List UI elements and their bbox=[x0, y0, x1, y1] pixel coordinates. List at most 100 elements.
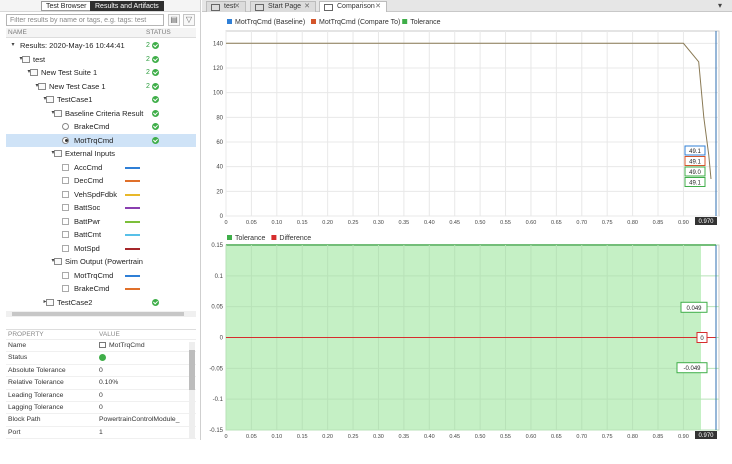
tree-row-label: BattCmt bbox=[74, 230, 102, 239]
tree-row[interactable]: BrakeCmd bbox=[6, 120, 196, 133]
tree-row[interactable]: MotTrqCmd bbox=[6, 269, 196, 282]
property-value: 0 bbox=[99, 391, 103, 399]
y-tick-label: 80 bbox=[216, 115, 223, 121]
y-tick-label: 0 bbox=[220, 214, 224, 220]
scrollbar-thumb[interactable] bbox=[12, 312, 184, 316]
column-header-status[interactable]: STATUS bbox=[146, 28, 171, 38]
cursor-value-label: 0.049 bbox=[686, 306, 702, 312]
signal-radio-icon[interactable] bbox=[62, 123, 69, 130]
x-tick-label: 0.75 bbox=[602, 434, 613, 440]
x-tick-label: 0.35 bbox=[399, 220, 410, 226]
tree-row[interactable]: ▾ External Inputs bbox=[6, 147, 196, 160]
signal-radio-icon[interactable] bbox=[62, 136, 69, 144]
property-key: Relative Tolerance bbox=[8, 379, 64, 387]
filter-row: ▤ ▽ bbox=[6, 14, 196, 26]
y-tick-label: -0.1 bbox=[213, 397, 224, 403]
cursor-x-value: 0.970 bbox=[698, 433, 714, 439]
x-tick-label: 0.25 bbox=[348, 220, 359, 226]
y-tick-label: 0 bbox=[220, 336, 224, 342]
plot-checkbox[interactable] bbox=[62, 231, 69, 238]
test-file-icon bbox=[46, 96, 54, 103]
passed-check-icon bbox=[152, 136, 159, 144]
tree-horizontal-scrollbar[interactable] bbox=[6, 311, 196, 317]
tree-row[interactable]: BattSoc bbox=[6, 201, 196, 214]
signal-color-swatch bbox=[125, 288, 140, 290]
tree-row-label: Baseline Criteria Result bbox=[65, 108, 144, 118]
panel-tab-bar: Test Browser Results and Artifacts bbox=[0, 0, 200, 12]
x-tick-label: 0.80 bbox=[627, 434, 638, 440]
property-rows: Name MotTrqCmd Status Absolute Tolerance 0 Re… bbox=[6, 340, 196, 440]
tree-row[interactable]: MotSpd bbox=[6, 242, 196, 255]
tree-row[interactable]: BattCmt bbox=[6, 228, 196, 241]
property-row: Lagging Tolerance 0 bbox=[6, 402, 196, 415]
chevron-down-icon[interactable]: ▾ bbox=[10, 39, 16, 52]
funnel-filter-icon[interactable]: ▽ bbox=[183, 14, 195, 26]
property-row: Relative Tolerance 0.10% bbox=[6, 377, 196, 390]
tree-row[interactable]: ▾ Sim Output (Powertrain bbox=[6, 255, 196, 268]
y-tick-label: 40 bbox=[216, 165, 223, 171]
tab-test-browser[interactable]: Test Browser bbox=[41, 1, 92, 11]
cursor-value-label: 49.0 bbox=[689, 170, 701, 176]
tree-row[interactable]: ▾ Results: 2020-May-16 10:44:41 2 bbox=[6, 39, 196, 52]
property-table-header: PROPERTY VALUE bbox=[6, 330, 196, 340]
plot-checkbox[interactable] bbox=[62, 285, 69, 292]
cursor-value-label: 49.1 bbox=[689, 181, 701, 187]
plot-checkbox[interactable] bbox=[62, 163, 69, 171]
x-tick-label: 0.20 bbox=[322, 220, 333, 226]
status-count: 2 bbox=[146, 42, 150, 49]
property-scrollbar[interactable] bbox=[189, 342, 195, 439]
tree-row[interactable]: ▾ New Test Suite 12 bbox=[6, 66, 196, 79]
legend-label-1: MotTrqCmd (Compare To) bbox=[319, 19, 400, 26]
plot-checkbox[interactable] bbox=[62, 177, 69, 184]
tab-results-and-artifacts[interactable]: Results and Artifacts bbox=[90, 1, 164, 11]
x-tick-label: 0.75 bbox=[602, 220, 613, 226]
x-tick-label: 0.05 bbox=[246, 434, 257, 440]
x-tick-label: 0.20 bbox=[322, 434, 333, 440]
tree-row[interactable]: MotTrqCmd bbox=[6, 133, 196, 147]
plot-checkbox[interactable] bbox=[62, 204, 69, 211]
plot-checkbox[interactable] bbox=[62, 244, 69, 252]
property-value: PowertrainControlModule_ bbox=[99, 416, 180, 424]
value-header: VALUE bbox=[99, 331, 120, 338]
comparison-charts[interactable]: MotTrqCmd (Baseline) MotTrqCmd (Compare T… bbox=[202, 0, 732, 440]
tree-row[interactable]: ▾ New Test Case 12 bbox=[6, 80, 196, 93]
passed-check-icon bbox=[99, 354, 106, 362]
result-set-icon bbox=[54, 258, 62, 265]
tree-row[interactable]: ▾ test 2 bbox=[6, 53, 196, 66]
x-tick-label: 0.30 bbox=[373, 220, 384, 226]
tree-row-label: AccCmd bbox=[74, 162, 103, 172]
plot-checkbox[interactable] bbox=[62, 271, 69, 279]
tree-row[interactable]: ▾ TestCase1 bbox=[6, 93, 196, 106]
x-tick-label: 0.30 bbox=[373, 434, 384, 440]
save-filter-icon[interactable]: ▤ bbox=[168, 14, 180, 26]
column-header-name[interactable]: NAME bbox=[8, 28, 27, 38]
tree-row[interactable]: DecCmd bbox=[6, 174, 196, 187]
tree-row[interactable]: VehSpdFdbk bbox=[6, 188, 196, 201]
cursor-value-label: 49.1 bbox=[689, 160, 701, 166]
filter-results-input[interactable] bbox=[6, 14, 164, 26]
results-table-header: NAME STATUS bbox=[6, 28, 196, 38]
property-panel: PROPERTY VALUE Name MotTrqCmd Status Absolu… bbox=[6, 329, 196, 440]
passed-check-icon bbox=[152, 69, 159, 76]
property-key: Lagging Tolerance bbox=[8, 403, 64, 411]
passed-check-icon bbox=[152, 42, 159, 49]
tree-row-label: MotSpd bbox=[74, 243, 100, 253]
tree-row[interactable]: AccCmd bbox=[6, 161, 196, 174]
x-tick-label: 0.85 bbox=[653, 434, 664, 440]
tree-row-label: TestCase2 bbox=[57, 297, 93, 307]
property-row: Status bbox=[6, 352, 196, 365]
plot-checkbox[interactable] bbox=[62, 217, 69, 225]
property-key: Name bbox=[8, 342, 27, 349]
plot-checkbox[interactable] bbox=[62, 190, 69, 198]
y-tick-label: 0.1 bbox=[215, 274, 224, 280]
x-tick-label: 0.50 bbox=[475, 220, 486, 226]
tree-row-label: External Inputs bbox=[65, 149, 116, 158]
signal-color-swatch bbox=[125, 274, 140, 277]
tree-row[interactable]: BattPwr bbox=[6, 215, 196, 228]
y-tick-label: 100 bbox=[213, 91, 224, 97]
tree-row[interactable]: ▾ Baseline Criteria Result bbox=[6, 107, 196, 120]
tree-row[interactable]: BrakeCmd bbox=[6, 282, 196, 295]
scrollbar-thumb[interactable] bbox=[189, 350, 195, 390]
x-tick-label: 0.90 bbox=[678, 434, 689, 440]
tree-row[interactable]: ▸ TestCase2 bbox=[6, 296, 196, 309]
